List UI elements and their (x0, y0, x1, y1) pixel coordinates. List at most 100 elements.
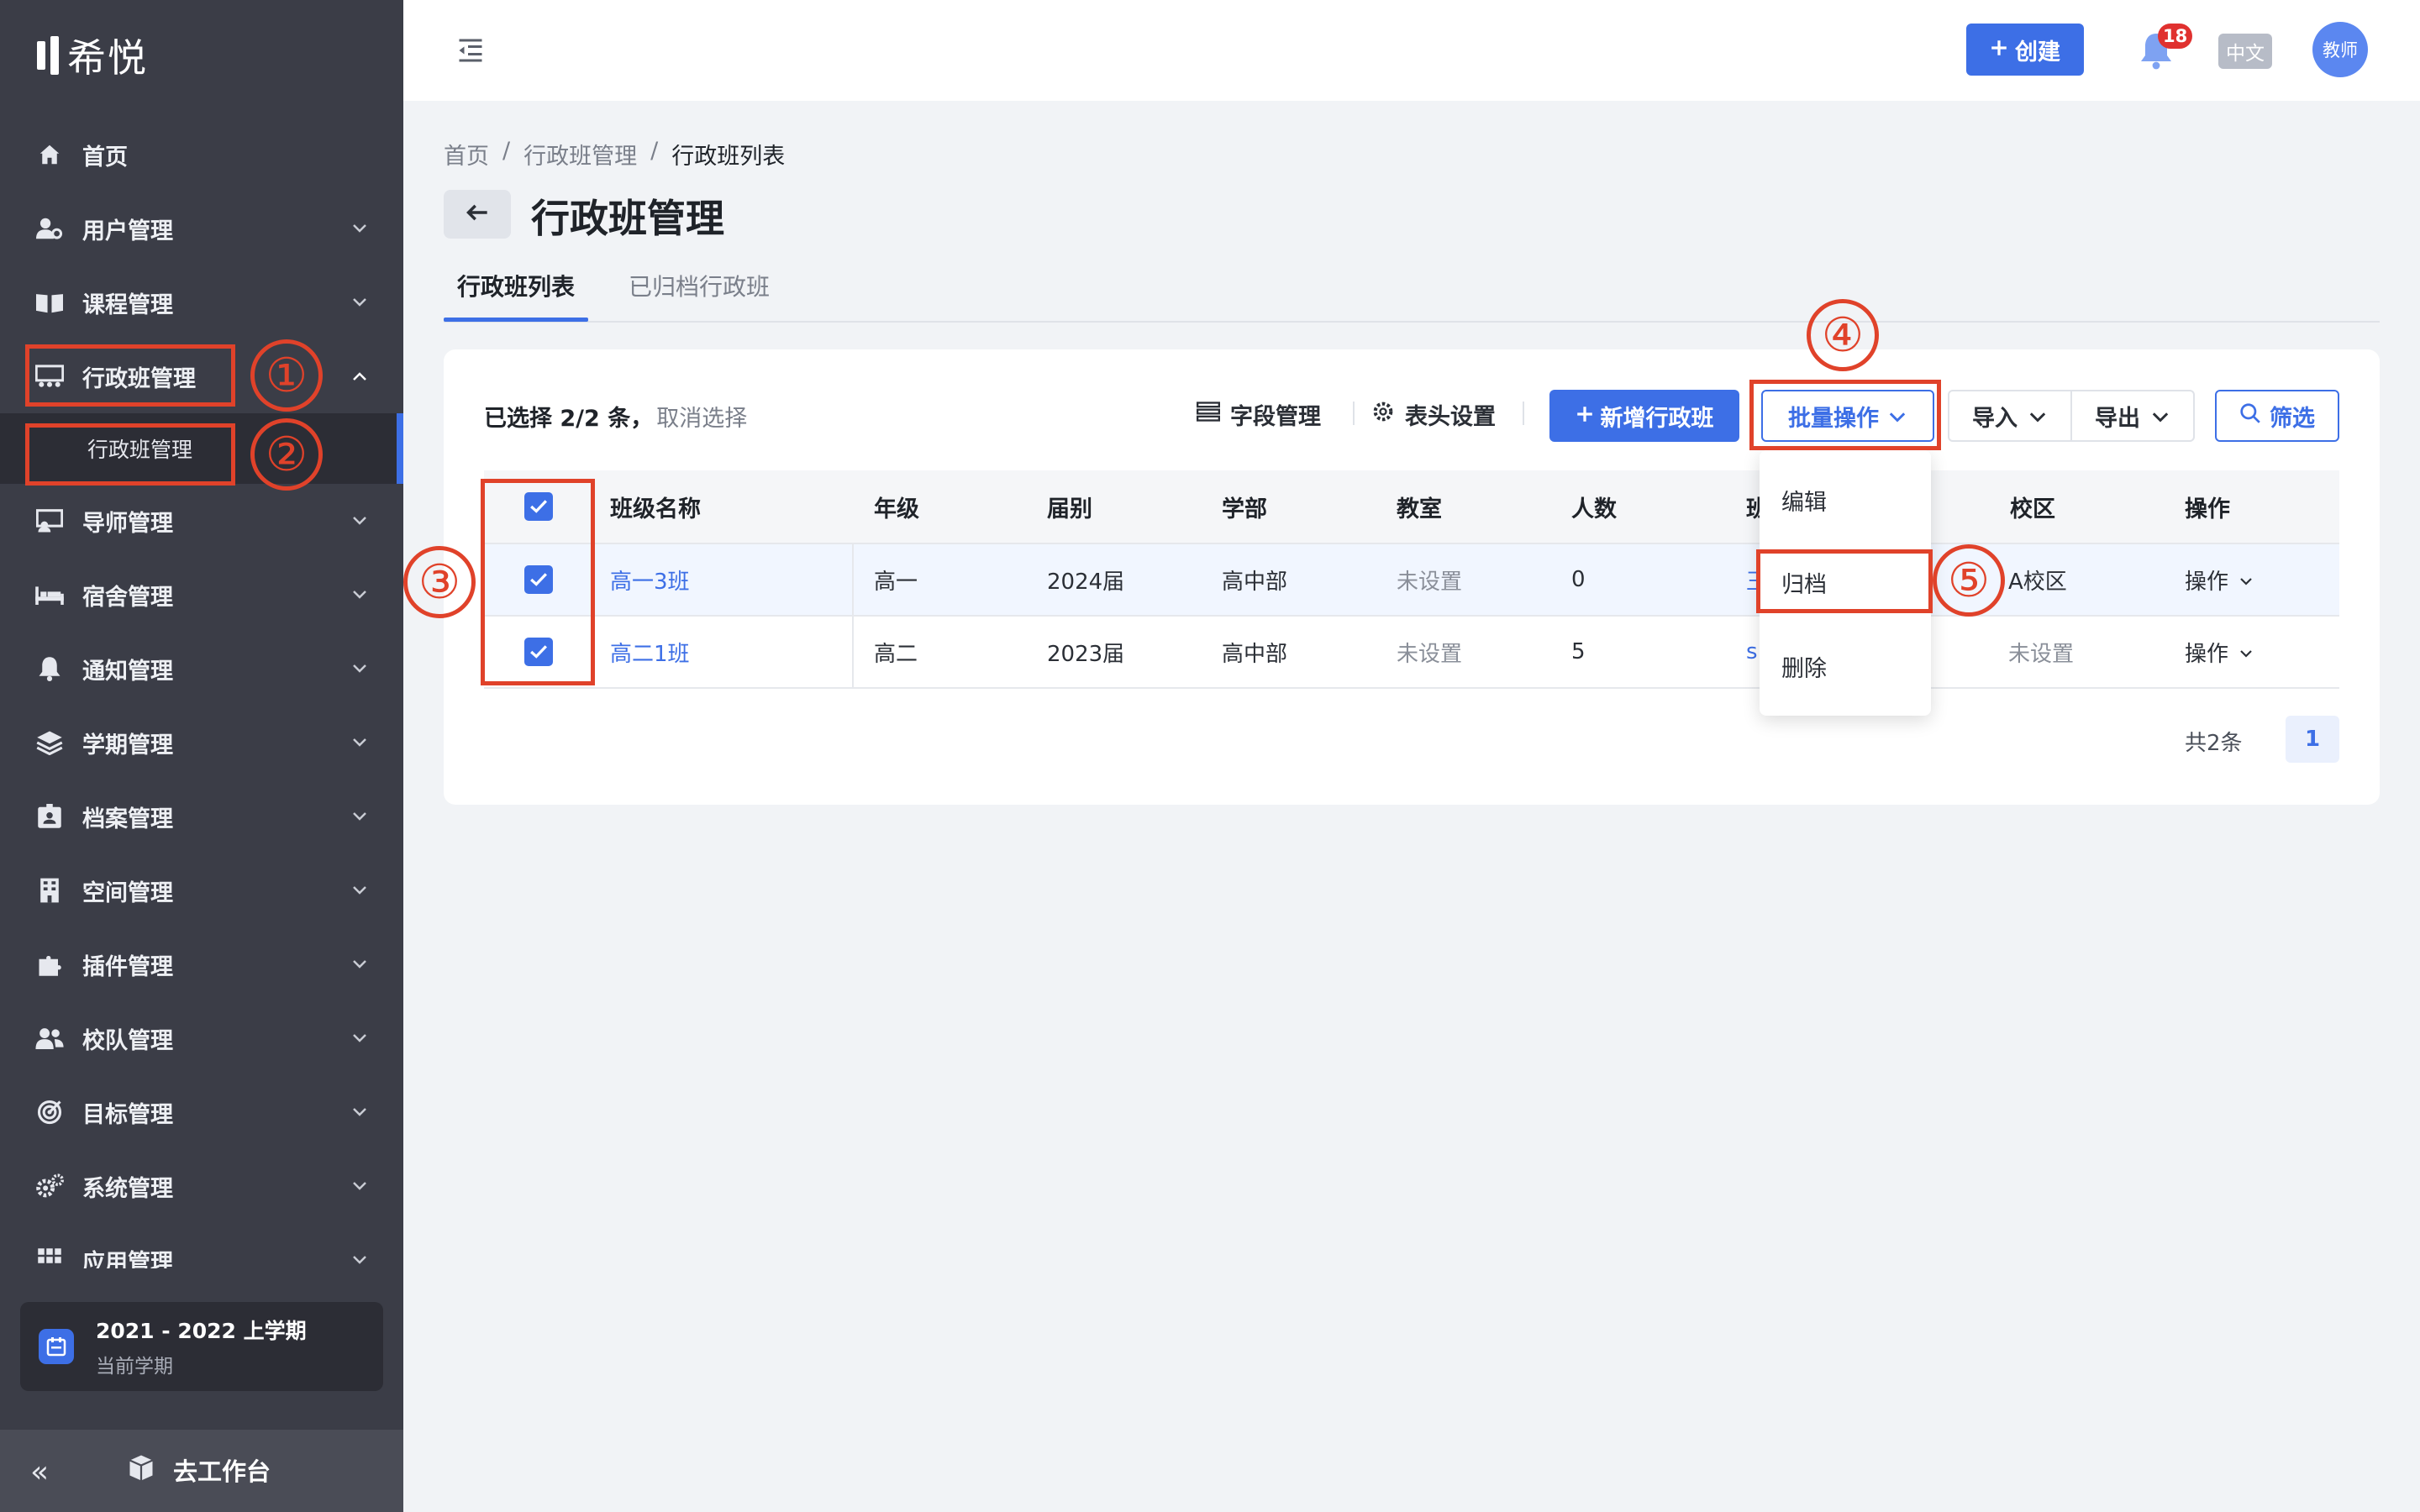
sidebar-item-goals[interactable]: 目标管理 (0, 1075, 403, 1149)
sidebar-item-dorms[interactable]: 宿舍管理 (0, 558, 403, 632)
create-label: 创建 (2015, 39, 2060, 66)
table-row[interactable]: 高一3班 高一 2024届 高中部 未设置 0 王 A校区 操作 (484, 544, 2339, 617)
sidebar-nav: 首页 用户管理 课程管理 行政班管理 行政班管理 导师管理 宿舍管理 通知管理 … (0, 118, 403, 1268)
col-header-division[interactable]: 学部 (1222, 470, 1267, 543)
sidebar-item-label: 插件管理 (82, 953, 173, 980)
logo-mark-icon (37, 36, 59, 75)
avatar[interactable]: 教师 (2312, 22, 2368, 77)
pagination-page-1[interactable]: 1 (2286, 716, 2339, 763)
cell-room: 未设置 (1397, 641, 1463, 667)
chevron-down-icon (348, 217, 371, 240)
header-settings-button[interactable]: 表头设置 (1371, 398, 1496, 431)
class-name-link[interactable]: 高二1班 (610, 617, 690, 687)
sidebar-item-mentors[interactable]: 导师管理 (0, 484, 403, 558)
chevron-down-icon (2238, 567, 2254, 592)
table-row[interactable]: 高二1班 高二 2023届 高中部 未设置 5 s 未设置 操作 (484, 617, 2339, 689)
cell-cohort: 2023届 (1047, 641, 1125, 667)
col-header-campus[interactable]: 校区 (2010, 470, 2055, 543)
class-name-link[interactable]: 高一3班 (610, 544, 690, 615)
annotation-box-5 (1756, 549, 1933, 613)
sidebar-item-notices[interactable]: 通知管理 (0, 632, 403, 706)
create-button[interactable]: 创建 (1966, 24, 2084, 76)
breadcrumb: 首页 / 行政班管理 / 行政班列表 (444, 138, 785, 171)
sidebar-item-terms[interactable]: 学期管理 (0, 706, 403, 780)
filter-label: 筛选 (2270, 405, 2315, 432)
chevron-down-icon (348, 1174, 371, 1198)
term-title: 2021 - 2022 上学期 (96, 1319, 307, 1343)
sidebar-item-plugins[interactable]: 插件管理 (0, 927, 403, 1001)
cell-grade: 高二 (874, 641, 918, 667)
tab-archived-classes[interactable]: 已归档行政班 (629, 269, 770, 302)
cancel-selection-link[interactable]: 取消选择 (656, 406, 747, 432)
annotation-number-2: ② (250, 418, 323, 491)
cell-teacher[interactable]: s (1746, 617, 1758, 687)
arrow-left-icon (466, 202, 489, 226)
breadcrumb-current: 行政班列表 (671, 144, 786, 170)
sidebar-item-label: 校队管理 (82, 1027, 173, 1054)
field-manage-button[interactable]: 字段管理 (1197, 398, 1321, 431)
sidebar-item-spaces[interactable]: 空间管理 (0, 853, 403, 927)
language-switch[interactable]: 中文 (2218, 34, 2272, 69)
chevron-down-icon (348, 805, 371, 828)
sidebar: 希悦 首页 用户管理 课程管理 行政班管理 行政班管理 导师管理 宿舍管理 通知… (0, 0, 403, 1512)
breadcrumb-classes[interactable]: 行政班管理 (523, 138, 637, 171)
sidebar-item-label: 档案管理 (82, 806, 173, 832)
sidebar-item-label: 通知管理 (82, 658, 173, 685)
col-header-grade[interactable]: 年级 (874, 470, 919, 543)
import-button[interactable]: 导入 (1948, 390, 2072, 442)
cell-count: 5 (1571, 639, 1586, 664)
toolbar-divider (1523, 402, 1524, 425)
filter-button[interactable]: 筛选 (2215, 390, 2339, 442)
add-class-button[interactable]: 新增行政班 (1549, 390, 1739, 442)
menu-item-delete[interactable]: 删除 (1781, 650, 1827, 683)
sidebar-item-apps[interactable]: 应用管理 (0, 1223, 403, 1268)
class-table: 班级名称 年级 届别 学部 教室 人数 班 校区 操作 高一3班 高一 2024… (484, 470, 2339, 689)
col-header-cohort[interactable]: 届别 (1047, 470, 1092, 543)
row-actions-label: 操作 (2185, 569, 2229, 595)
chevron-down-icon (348, 731, 371, 754)
calendar-icon (39, 1329, 74, 1364)
export-button[interactable]: 导出 (2070, 390, 2195, 442)
row-actions-button[interactable]: 操作 (2185, 544, 2254, 615)
sidebar-footer: « 去工作台 (0, 1430, 403, 1512)
collapse-sidebar-button[interactable]: « (30, 1455, 49, 1489)
page-title: 行政班管理 (531, 196, 724, 241)
sidebar-item-label: 学期管理 (82, 732, 173, 759)
menu-item-edit[interactable]: 编辑 (1781, 484, 1827, 517)
tab-class-list[interactable]: 行政班列表 (457, 269, 575, 302)
menu-fold-icon[interactable] (455, 35, 486, 66)
col-header-name[interactable]: 班级名称 (610, 470, 701, 543)
back-button[interactable] (444, 190, 511, 239)
chevron-down-icon (348, 291, 371, 314)
annotation-box-2 (25, 423, 235, 486)
class-list-card: 已选择 2/2 条， 取消选择 字段管理 表头设置 新增行政班 批量操作 导入 导… (444, 349, 2380, 805)
building-icon (35, 876, 64, 905)
chevron-down-icon (2150, 403, 2170, 429)
chevron-down-icon (348, 1026, 371, 1050)
selection-count: 已选择 2/2 条， (484, 406, 654, 432)
bed-icon (35, 580, 64, 609)
sidebar-item-archives[interactable]: 档案管理 (0, 780, 403, 853)
col-header-count[interactable]: 人数 (1571, 470, 1617, 543)
fixed-column-divider (852, 617, 854, 687)
col-header-actions: 操作 (2185, 496, 2230, 522)
cell-room: 未设置 (1397, 569, 1463, 595)
sidebar-item-users[interactable]: 用户管理 (0, 192, 403, 265)
annotation-box-1 (25, 344, 235, 407)
sidebar-item-home[interactable]: 首页 (0, 118, 403, 192)
sidebar-item-teams[interactable]: 校队管理 (0, 1001, 403, 1075)
breadcrumb-home[interactable]: 首页 (444, 138, 489, 171)
puzzle-icon (35, 950, 64, 979)
chevron-down-icon (348, 879, 371, 902)
sidebar-item-system[interactable]: 系统管理 (0, 1149, 403, 1223)
logo[interactable]: 希悦 (37, 30, 148, 81)
topbar: 创建 18 中文 教师 (403, 0, 2420, 101)
col-header-room[interactable]: 教室 (1397, 470, 1442, 543)
sidebar-item-courses[interactable]: 课程管理 (0, 265, 403, 339)
row-actions-button[interactable]: 操作 (2185, 617, 2254, 687)
search-icon (2239, 402, 2261, 430)
chevron-down-icon (348, 1100, 371, 1124)
chevron-down-icon (348, 1248, 371, 1268)
current-term-card[interactable]: 2021 - 2022 上学期 当前学期 (20, 1302, 383, 1391)
go-workbench-button[interactable]: 去工作台 (126, 1452, 271, 1488)
